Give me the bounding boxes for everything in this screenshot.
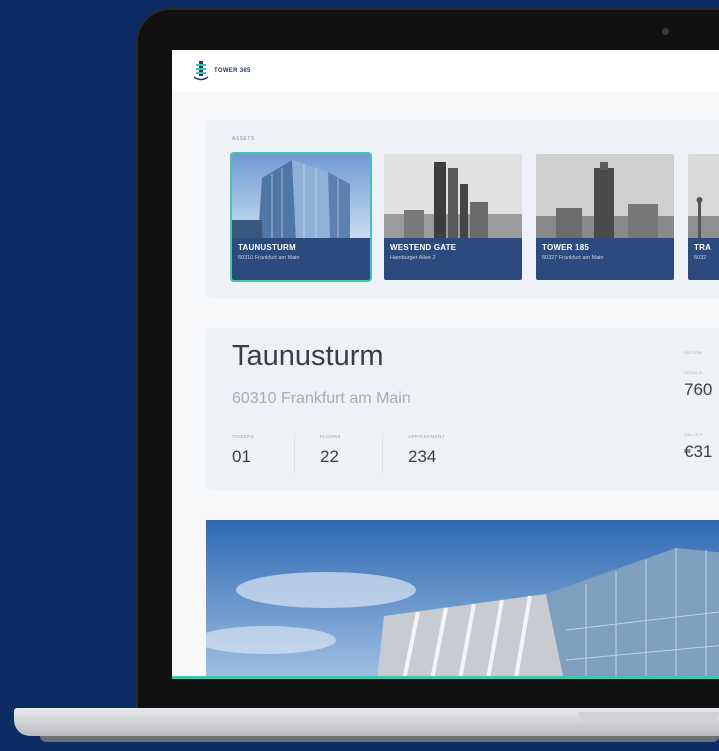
asset-caption: TRA 6032 [688,238,719,280]
asset-caption: TOWER 185 60327 Frankfurt am Main [536,238,674,280]
stat-divider [382,434,383,474]
laptop-screen: TOWER 365 ASSETS TAUNUSTURM 60310 Frankf… [172,50,719,678]
side-value-total: 760 [684,380,713,399]
asset-caption: WESTEND GATE Hamburger Allee 2 [384,238,522,280]
stat-label: APPOINTMENT [408,434,445,439]
asset-address: 60327 Frankfurt am Main [542,255,604,261]
assets-panel: ASSETS TAUNUSTURM 60310 Frankfurt am Mai… [206,120,719,298]
asset-photo [688,154,719,238]
asset-card-westend-gate[interactable]: WESTEND GATE Hamburger Allee 2 [384,154,522,280]
main-content: ASSETS TAUNUSTURM 60310 Frankfurt am Mai… [172,92,719,678]
stat-floors: FLOORS 22 [320,434,341,467]
asset-card-tra[interactable]: TRA 6032 [688,154,719,280]
asset-details-panel: Taunusturm 60310 Frankfurt am Main TOWER… [206,328,719,490]
asset-photo [232,154,370,238]
asset-title: Taunusturm [232,340,384,372]
stat-appointment: APPOINTMENT 234 [408,434,445,467]
side-label-calls: CALLS P [684,432,703,437]
asset-card-taunusturm[interactable]: TAUNUSTURM 60310 Frankfurt am Main [232,154,370,280]
laptop-opening-notch [578,712,719,722]
asset-photo [536,154,674,238]
asset-name: WESTEND GATE [390,243,457,252]
stat-label: FLOORS [320,434,341,439]
hero-image [206,520,719,678]
assets-label: ASSETS [232,136,255,142]
side-value-calls: €31 [684,442,713,461]
asset-name: TOWER 185 [542,243,589,252]
stat-value: 22 [320,447,339,466]
asset-address: Hamburger Allee 2 [390,255,436,261]
laptop-foot [40,736,719,742]
asset-address-large: 60310 Frankfurt am Main [232,390,411,407]
stat-value: 01 [232,447,251,466]
stat-towers: TOWERS 01 [232,434,254,467]
side-top-label: OUTSTA [684,350,702,355]
side-label-total: TOTAL A [684,370,703,375]
asset-photo [384,154,522,238]
webcam-icon [662,28,669,35]
asset-address: 60310 Frankfurt am Main [238,255,300,261]
stat-label: TOWERS [232,434,255,439]
building-photo [206,520,719,678]
app-header: TOWER 365 [172,50,719,93]
brand-logo[interactable]: TOWER 365 [192,60,251,82]
brand-name: TOWER 365 [214,68,251,74]
asset-address: 6032 [694,255,707,261]
asset-name: TAUNUSTURM [238,243,296,252]
stat-value: 234 [408,447,437,466]
asset-caption: TAUNUSTURM 60310 Frankfurt am Main [232,238,370,280]
stat-divider [294,434,295,474]
screen-accent-line [172,676,719,679]
asset-card-tower-185[interactable]: TOWER 185 60327 Frankfurt am Main [536,154,674,280]
tower-logo-icon [193,61,209,81]
asset-name: TRA [694,243,712,252]
